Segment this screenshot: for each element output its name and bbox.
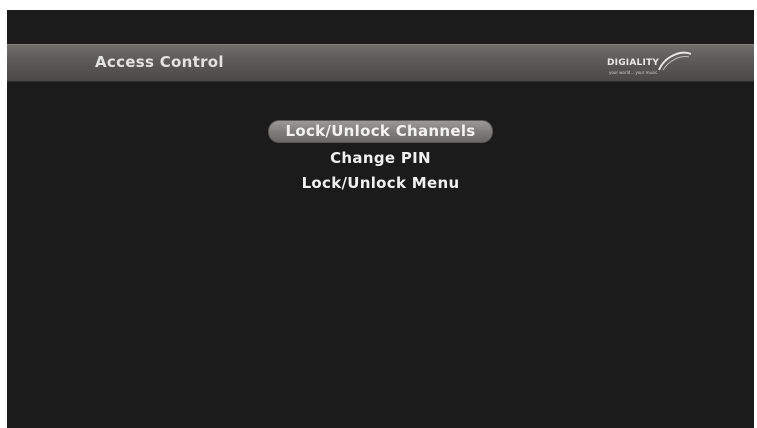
menu-item-change-pin[interactable]: Change PIN (312, 146, 449, 171)
menu-item-lock-unlock-channels[interactable]: Lock/Unlock Channels (268, 120, 493, 143)
access-control-menu: Lock/Unlock Channels Change PIN Lock/Unl… (7, 120, 754, 196)
menu-item-lock-unlock-menu[interactable]: Lock/Unlock Menu (284, 171, 478, 196)
logo-wordmark: DIGIALITY (607, 58, 660, 68)
tv-screen: Access Control DIGIALITY your world... y… (7, 10, 754, 428)
header-bar: Access Control DIGIALITY your world... y… (7, 44, 754, 82)
brand-logo: DIGIALITY your world... your music (597, 48, 693, 78)
page-title: Access Control (95, 53, 224, 71)
logo-tagline: your world... your music (609, 70, 658, 75)
